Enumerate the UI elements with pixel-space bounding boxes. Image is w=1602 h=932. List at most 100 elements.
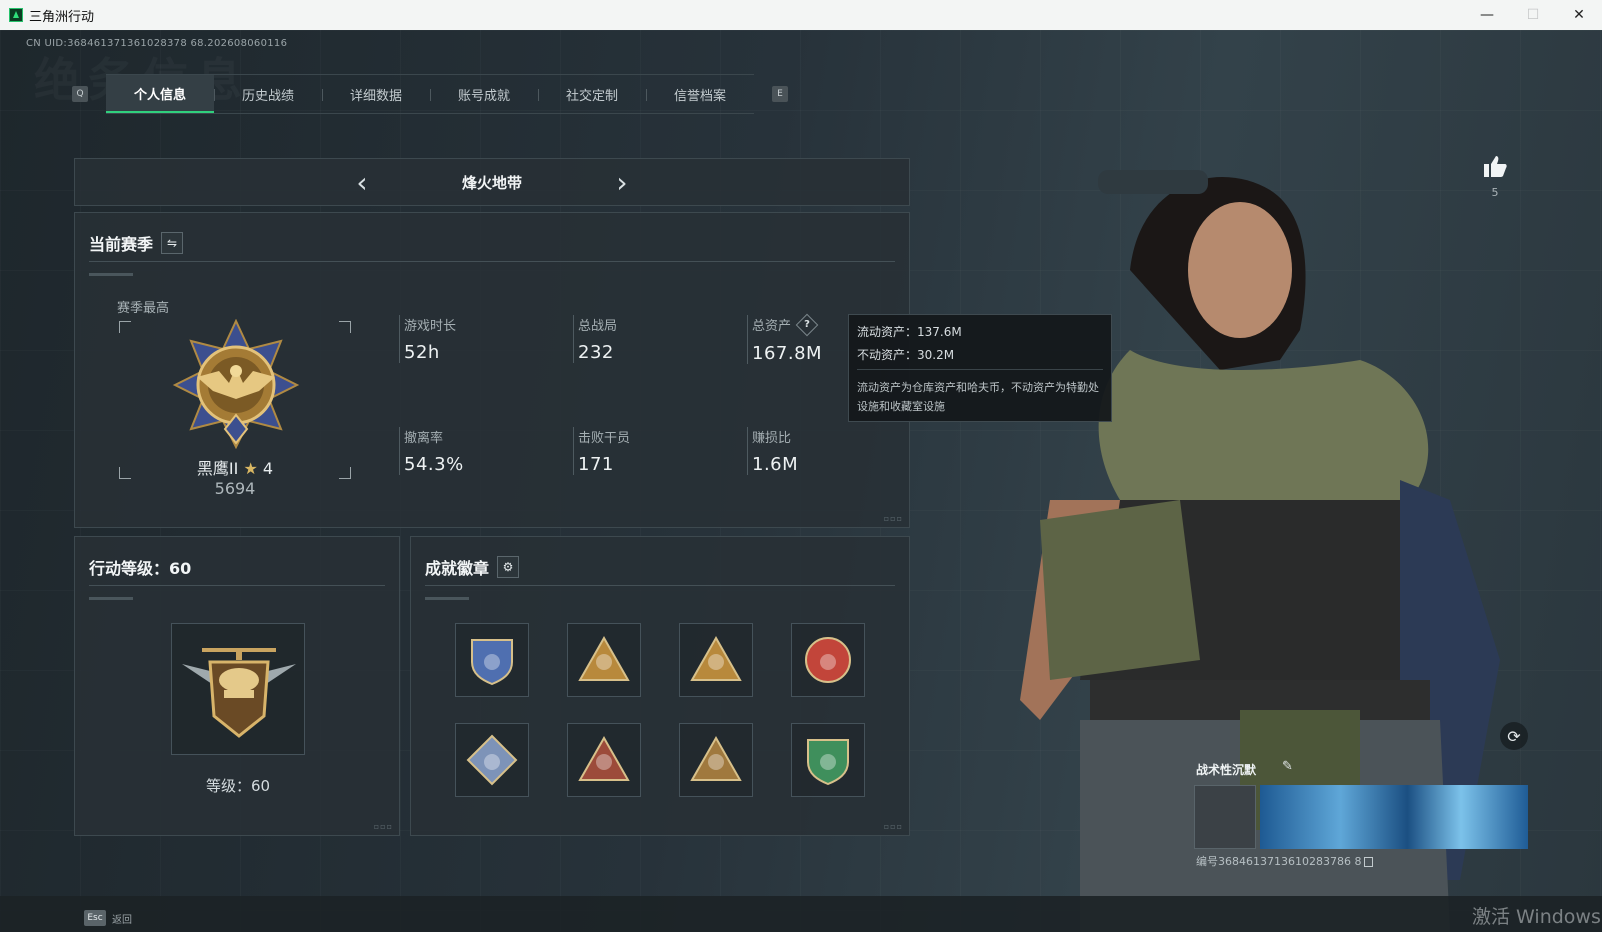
window-controls: — ☐ ✕ (1464, 0, 1602, 30)
level-title: 行动等级：60 (89, 559, 192, 578)
level-emblem-frame[interactable] (171, 623, 305, 755)
stat-label: 撤离率 (404, 431, 444, 446)
gold-triangle-lion-badge-icon (690, 635, 742, 681)
like-count: 5 (1491, 186, 1499, 199)
tab-personal-info[interactable]: 个人信息 (106, 75, 214, 113)
copy-icon[interactable] (1364, 857, 1374, 867)
stat-label: 赚损比 (752, 431, 792, 446)
divider (425, 585, 895, 586)
rank-star-icon: ★ (243, 459, 258, 478)
mode-next-button[interactable]: › (592, 166, 652, 199)
stat-label: 游戏时长 (404, 319, 457, 334)
edit-icon[interactable]: ✎ (1282, 759, 1293, 774)
tab-social-custom[interactable]: 社交定制 (538, 75, 646, 113)
back-label: 返回 (112, 914, 132, 926)
rank-display: 黑鹰II ★ 4 5694 (119, 319, 351, 498)
thumbs-up-icon (1484, 156, 1507, 177)
green-shield-badge-icon (807, 739, 849, 786)
level-value: 等级：60 (205, 777, 271, 795)
tooltip-divider (857, 369, 1103, 370)
tab-row: 个人信息 历史战绩 详细数据 账号成就 社交定制 信誉档案 (106, 74, 754, 114)
tab-prev-key[interactable]: Q (72, 86, 88, 102)
card-id-text: 编号3684613713610283786 8 (1196, 855, 1362, 868)
tooltip-description: 流动资产为仓库资产和哈夫币，不动资产为特勤处设施和收藏室设施 (857, 381, 1099, 413)
decorative-dots: ▫▫▫ (373, 822, 393, 831)
tab-credit-record[interactable]: 信誉档案 (646, 75, 754, 113)
back-button[interactable]: Esc 返回 (84, 910, 132, 926)
achievement-badge[interactable] (567, 723, 641, 797)
bronze-shield-badge-icon (690, 735, 742, 781)
badge-grid (455, 623, 865, 797)
close-button[interactable]: ✕ (1556, 0, 1602, 30)
season-panel: 当前赛季 ⇋ 赛季最高 黑鹰II ★ 4 5694 游戏时长 52h 总战局 2… (74, 212, 910, 528)
mode-prev-button[interactable]: ‹ (332, 166, 392, 199)
decorative-dash (89, 597, 133, 600)
achievement-badge[interactable] (679, 623, 753, 697)
uid-text: CN UID:368461371361028378 68.20260806011… (26, 38, 288, 49)
window-title: 三角洲行动 (29, 9, 95, 25)
decorative-dots: ▫▫▫ (883, 822, 903, 831)
tab-detailed-data[interactable]: 详细数据 (322, 75, 430, 113)
profile-card[interactable] (1194, 785, 1528, 849)
achievement-badge[interactable] (567, 623, 641, 697)
achievement-badge[interactable] (679, 723, 753, 797)
stat-value: 171 (578, 454, 614, 475)
helicopter-emblem-icon (182, 648, 296, 738)
crate-diamond-badge-icon (466, 734, 518, 786)
stat-playtime: 游戏时长 52h (399, 315, 549, 363)
tab-match-history[interactable]: 历史战绩 (214, 75, 322, 113)
tooltip-fixed-assets: 不动资产：30.2M (857, 348, 955, 362)
stat-label: 击败干员 (578, 431, 631, 446)
stat-total-matches: 总战局 232 (573, 315, 723, 363)
season-header: 当前赛季 ⇋ (89, 231, 184, 255)
stat-value: 54.3% (404, 454, 464, 475)
stat-value: 232 (578, 342, 614, 363)
level-panel: 行动等级：60 等级：60 ▫▫▫ (74, 536, 400, 836)
achievement-badge[interactable] (455, 723, 529, 797)
help-icon[interactable]: ? (795, 313, 819, 336)
wolf-diamond-badge-icon (578, 735, 630, 781)
decorative-dash (89, 273, 133, 276)
season-switch-button[interactable]: ⇋ (161, 232, 184, 254)
tab-achievements[interactable]: 账号成就 (430, 75, 538, 113)
achievement-badge[interactable] (791, 623, 865, 697)
window-titlebar: 三角洲行动 — ☐ ✕ (0, 0, 1602, 30)
achievement-badge[interactable] (455, 623, 529, 697)
activate-windows-watermark: 激活 Windows (1472, 906, 1601, 928)
badges-panel: 成就徽章 ⚙ ▫▫▫ (410, 536, 910, 836)
frame-corner (119, 321, 131, 333)
game-viewport: 绝务信息 CN UID:368461371361028378 68.202608… (0, 30, 1602, 932)
divider (89, 585, 385, 586)
shield-arrows-badge-icon (471, 639, 513, 686)
like-button[interactable]: 5 (1480, 154, 1510, 199)
stat-extraction-rate: 撤离率 54.3% (399, 427, 549, 475)
tooltip-liquid-assets: 流动资产：137.6M (857, 325, 962, 339)
maximize-button[interactable]: ☐ (1510, 0, 1556, 30)
level-header: 行动等级：60 (89, 555, 191, 579)
tab-next-key[interactable]: E (772, 86, 788, 102)
rank-name: 黑鹰II ★ 4 (119, 455, 351, 479)
frame-corner (339, 321, 351, 333)
stat-kills: 击败干员 171 (573, 427, 723, 475)
tab-bar: Q 个人信息 历史战绩 详细数据 账号成就 社交定制 信誉档案 E (72, 74, 788, 114)
rotate-model-button[interactable]: ⟳ (1500, 722, 1528, 750)
avatar[interactable] (1194, 785, 1256, 849)
bottom-bar (0, 896, 1602, 932)
card-banner (1260, 785, 1528, 849)
stat-profit-ratio: 赚损比 1.6M (747, 427, 897, 475)
stat-label: 总战局 (578, 319, 618, 334)
achievement-badge[interactable] (791, 723, 865, 797)
minimize-button[interactable]: — (1464, 0, 1510, 30)
season-title: 当前赛季 (89, 235, 154, 254)
badges-settings-button[interactable]: ⚙ (497, 556, 520, 578)
black-hawk-rank-icon (172, 319, 300, 449)
mode-selector: ‹ 烽火地带 › (74, 158, 910, 206)
esc-key: Esc (84, 910, 106, 926)
decorative-dots: ▫▫▫ (883, 514, 903, 523)
season-best-label: 赛季最高 (117, 301, 170, 316)
stat-value: 52h (404, 342, 440, 363)
gold-triangle-badge-icon (578, 635, 630, 681)
stat-label-text: 总资产 (752, 319, 792, 334)
rank-stars: 4 (262, 459, 274, 478)
assets-tooltip: 流动资产：137.6M 不动资产：30.2M 流动资产为仓库资产和哈夫币，不动资… (848, 314, 1112, 422)
